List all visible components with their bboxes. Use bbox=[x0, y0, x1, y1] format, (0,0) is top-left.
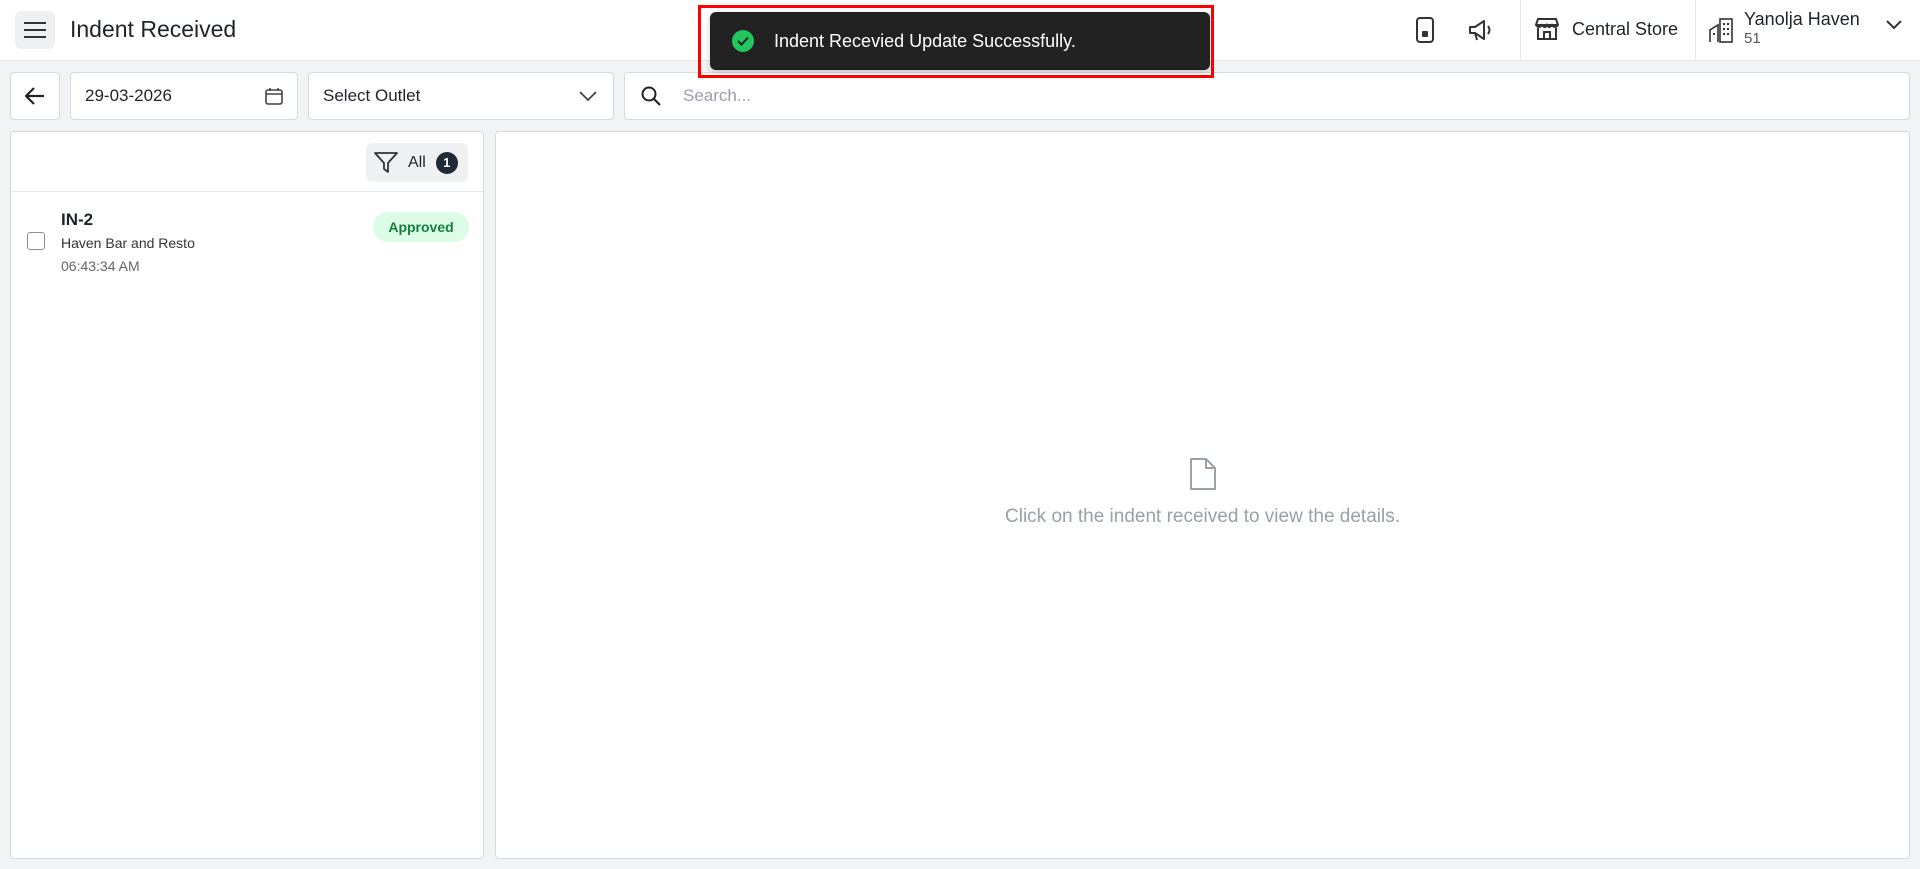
date-picker[interactable]: 29-03-2026 bbox=[70, 72, 298, 120]
search-icon bbox=[641, 86, 661, 106]
mobile-button[interactable] bbox=[1409, 14, 1441, 46]
outlet-select-value: Select Outlet bbox=[323, 86, 421, 105]
outlet-select[interactable]: Select Outlet bbox=[308, 72, 614, 120]
search-box bbox=[624, 72, 1910, 120]
empty-state-message: Click on the indent received to view the… bbox=[1005, 506, 1400, 527]
filter-button[interactable]: All 1 bbox=[366, 143, 468, 182]
list-item[interactable]: IN-2 Haven Bar and Resto 06:43:34 AM App… bbox=[11, 192, 483, 287]
hotel-id: 51 bbox=[1744, 30, 1761, 47]
header-divider bbox=[1520, 0, 1521, 61]
item-checkbox[interactable] bbox=[27, 232, 45, 250]
search-input[interactable] bbox=[683, 86, 1783, 106]
hamburger-icon bbox=[24, 22, 46, 38]
toast-highlight bbox=[698, 5, 1214, 78]
building-icon bbox=[1709, 18, 1733, 43]
filter-icon bbox=[374, 151, 398, 173]
indent-details-panel: Click on the indent received to view the… bbox=[495, 131, 1910, 859]
store-switcher[interactable]: Central Store bbox=[1534, 17, 1678, 41]
indent-outlet: Haven Bar and Resto bbox=[61, 235, 195, 251]
filter-count-badge: 1 bbox=[435, 151, 458, 174]
calendar-icon[interactable] bbox=[265, 87, 283, 105]
menu-button[interactable] bbox=[15, 11, 55, 49]
mobile-icon bbox=[1416, 17, 1434, 43]
hotel-name: Yanolja Haven bbox=[1744, 9, 1860, 29]
list-header: All 1 bbox=[11, 132, 483, 192]
header-divider bbox=[1695, 0, 1696, 61]
page-title: Indent Received bbox=[70, 16, 237, 42]
date-value: 29-03-2026 bbox=[85, 86, 172, 105]
chevron-down-icon bbox=[579, 90, 597, 101]
back-button[interactable] bbox=[10, 72, 60, 120]
chevron-down-icon[interactable] bbox=[1886, 20, 1902, 30]
store-name: Central Store bbox=[1572, 18, 1679, 39]
status-badge: Approved bbox=[373, 212, 469, 242]
announcement-button[interactable] bbox=[1464, 14, 1496, 46]
store-icon bbox=[1535, 18, 1559, 40]
megaphone-icon bbox=[1469, 20, 1491, 41]
filter-label: All bbox=[408, 153, 426, 171]
indent-id: IN-2 bbox=[61, 210, 94, 229]
empty-state: Click on the indent received to view the… bbox=[496, 457, 1909, 528]
document-icon bbox=[1189, 458, 1216, 490]
arrow-left-icon bbox=[25, 87, 44, 105]
indent-time: 06:43:34 AM bbox=[61, 258, 140, 274]
hotel-switcher[interactable]: Yanolja Haven 51 bbox=[1708, 8, 1860, 48]
indent-list-panel: All 1 IN-2 Haven Bar and Resto 06:43:34 … bbox=[10, 131, 484, 859]
